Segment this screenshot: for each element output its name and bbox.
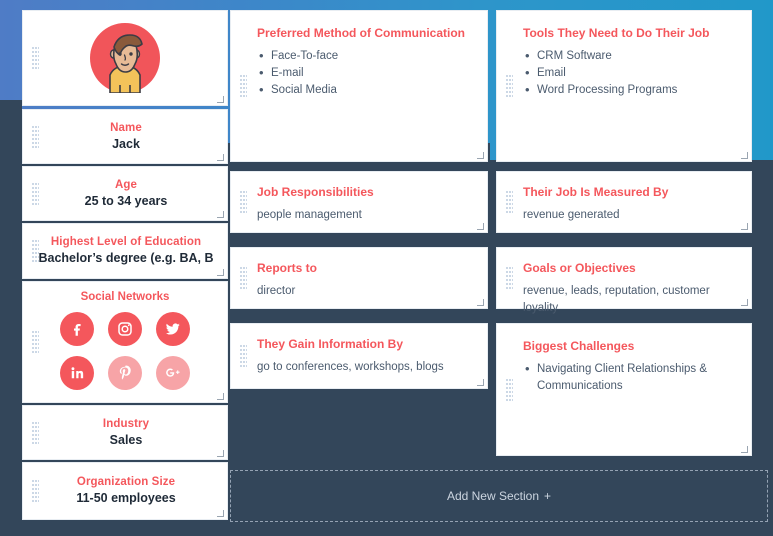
drag-handle-icon[interactable] xyxy=(32,480,39,502)
section-text: go to conferences, workshops, blogs xyxy=(257,361,444,373)
section-title: Tools They Need to Do Their Job xyxy=(523,26,710,40)
section-list: CRM Software Email Word Processing Progr… xyxy=(523,47,733,99)
drag-handle-icon[interactable] xyxy=(506,267,513,289)
drag-handle-icon[interactable] xyxy=(32,182,39,205)
resize-handle-icon[interactable] xyxy=(741,299,748,306)
section-text: director xyxy=(257,285,296,297)
field-value: Bachelor’s degree (e.g. BA, B xyxy=(38,251,214,265)
field-value: 25 to 34 years xyxy=(84,193,168,208)
section-title: Reports to xyxy=(257,261,317,275)
list-item: Email xyxy=(523,64,733,82)
list-item: Word Processing Programs xyxy=(523,81,733,99)
resize-handle-icon[interactable] xyxy=(217,269,224,276)
avatar-card[interactable] xyxy=(22,10,228,106)
section-card-their-job-is-measured-by[interactable]: Their Job Is Measured By revenue generat… xyxy=(496,171,752,233)
section-card-goals-or-objectives[interactable]: Goals or Objectives revenue, leads, repu… xyxy=(496,247,752,314)
section-text: revenue generated xyxy=(523,209,620,221)
field-label: Organization Size xyxy=(76,476,176,488)
resize-handle-icon[interactable] xyxy=(217,450,224,457)
section-text: people management xyxy=(257,209,362,221)
field-card-name[interactable]: Name Jack xyxy=(22,109,228,164)
field-card-education[interactable]: Highest Level of Education Bachelor’s de… xyxy=(22,223,228,279)
list-item: E-mail xyxy=(257,64,469,82)
resize-handle-icon[interactable] xyxy=(741,446,748,453)
resize-handle-icon[interactable] xyxy=(477,379,484,386)
facebook-icon[interactable] xyxy=(60,312,94,346)
list-item: CRM Software xyxy=(523,47,733,65)
add-new-section-button[interactable]: Add New Section + xyxy=(230,470,768,522)
list-item: Face-To-face xyxy=(257,47,469,65)
googleplus-icon[interactable] xyxy=(156,356,190,390)
section-title: Job Responsibilities xyxy=(257,185,374,199)
drag-handle-icon[interactable] xyxy=(506,75,513,97)
resize-handle-icon[interactable] xyxy=(477,223,484,230)
section-title: Their Job Is Measured By xyxy=(523,185,669,199)
section-card-preferred-method-of-communication[interactable]: Preferred Method of Communication Face-T… xyxy=(230,10,488,162)
social-networks-title: Social Networks xyxy=(80,291,170,303)
section-card-biggest-challenges[interactable]: Biggest Challenges Navigating Client Rel… xyxy=(496,323,752,456)
band-cut-left xyxy=(0,100,22,170)
field-card-industry[interactable]: Industry Sales xyxy=(22,405,228,460)
drag-handle-icon[interactable] xyxy=(240,267,247,289)
field-label: Name xyxy=(110,121,142,134)
pinterest-icon[interactable] xyxy=(108,356,142,390)
social-networks-card[interactable]: Social Networks xyxy=(22,281,228,403)
drag-handle-icon[interactable] xyxy=(32,421,39,444)
resize-handle-icon[interactable] xyxy=(217,154,224,161)
drag-handle-icon[interactable] xyxy=(240,75,247,97)
resize-handle-icon[interactable] xyxy=(741,152,748,159)
twitter-icon[interactable] xyxy=(156,312,190,346)
section-list: Face-To-face E-mail Social Media xyxy=(257,47,469,99)
field-card-age[interactable]: Age 25 to 34 years xyxy=(22,166,228,221)
drag-handle-icon[interactable] xyxy=(32,47,39,69)
resize-handle-icon[interactable] xyxy=(217,393,224,400)
persona-board: Name Jack Age 25 to 34 years Highest Lev… xyxy=(0,0,773,536)
drag-handle-icon[interactable] xyxy=(506,378,513,401)
section-card-reports-to[interactable]: Reports to director xyxy=(230,247,488,309)
drag-handle-icon[interactable] xyxy=(506,191,513,213)
section-title: Goals or Objectives xyxy=(523,261,636,275)
person-avatar-icon xyxy=(90,23,160,94)
plus-icon: + xyxy=(544,489,552,503)
list-item: Navigating Client Relationships & Commun… xyxy=(523,360,733,395)
field-label: Industry xyxy=(102,417,150,430)
drag-handle-icon[interactable] xyxy=(240,191,247,213)
field-label: Age xyxy=(114,178,138,191)
list-item: Social Media xyxy=(257,81,469,99)
resize-handle-icon[interactable] xyxy=(477,152,484,159)
field-label: Highest Level of Education xyxy=(50,236,202,248)
section-card-they-gain-information-by[interactable]: They Gain Information By go to conferenc… xyxy=(230,323,488,389)
drag-handle-icon[interactable] xyxy=(32,331,39,353)
field-value: Jack xyxy=(112,136,140,151)
section-title: Preferred Method of Communication xyxy=(257,26,466,40)
resize-handle-icon[interactable] xyxy=(217,96,224,103)
field-value: Sales xyxy=(109,432,143,447)
section-card-tools-they-need-to-do-their-job[interactable]: Tools They Need to Do Their Job CRM Soft… xyxy=(496,10,752,162)
section-title: They Gain Information By xyxy=(257,337,404,351)
instagram-icon[interactable] xyxy=(108,312,142,346)
social-icon-grid xyxy=(23,312,227,390)
drag-handle-icon[interactable] xyxy=(32,240,39,262)
resize-handle-icon[interactable] xyxy=(741,223,748,230)
resize-handle-icon[interactable] xyxy=(217,510,224,517)
section-text: revenue, leads, reputation, customer loy… xyxy=(523,285,710,314)
resize-handle-icon[interactable] xyxy=(217,211,224,218)
add-new-section-label: Add New Section xyxy=(446,489,540,503)
resize-handle-icon[interactable] xyxy=(477,299,484,306)
field-value: 11-50 employees xyxy=(76,491,176,505)
section-card-job-responsibilities[interactable]: Job Responsibilities people management xyxy=(230,171,488,233)
section-title: Biggest Challenges xyxy=(523,339,635,353)
linkedin-icon[interactable] xyxy=(60,356,94,390)
section-list: Navigating Client Relationships & Commun… xyxy=(523,360,733,395)
drag-handle-icon[interactable] xyxy=(32,125,39,148)
drag-handle-icon[interactable] xyxy=(240,345,247,367)
field-card-organization-size[interactable]: Organization Size 11-50 employees xyxy=(22,462,228,520)
